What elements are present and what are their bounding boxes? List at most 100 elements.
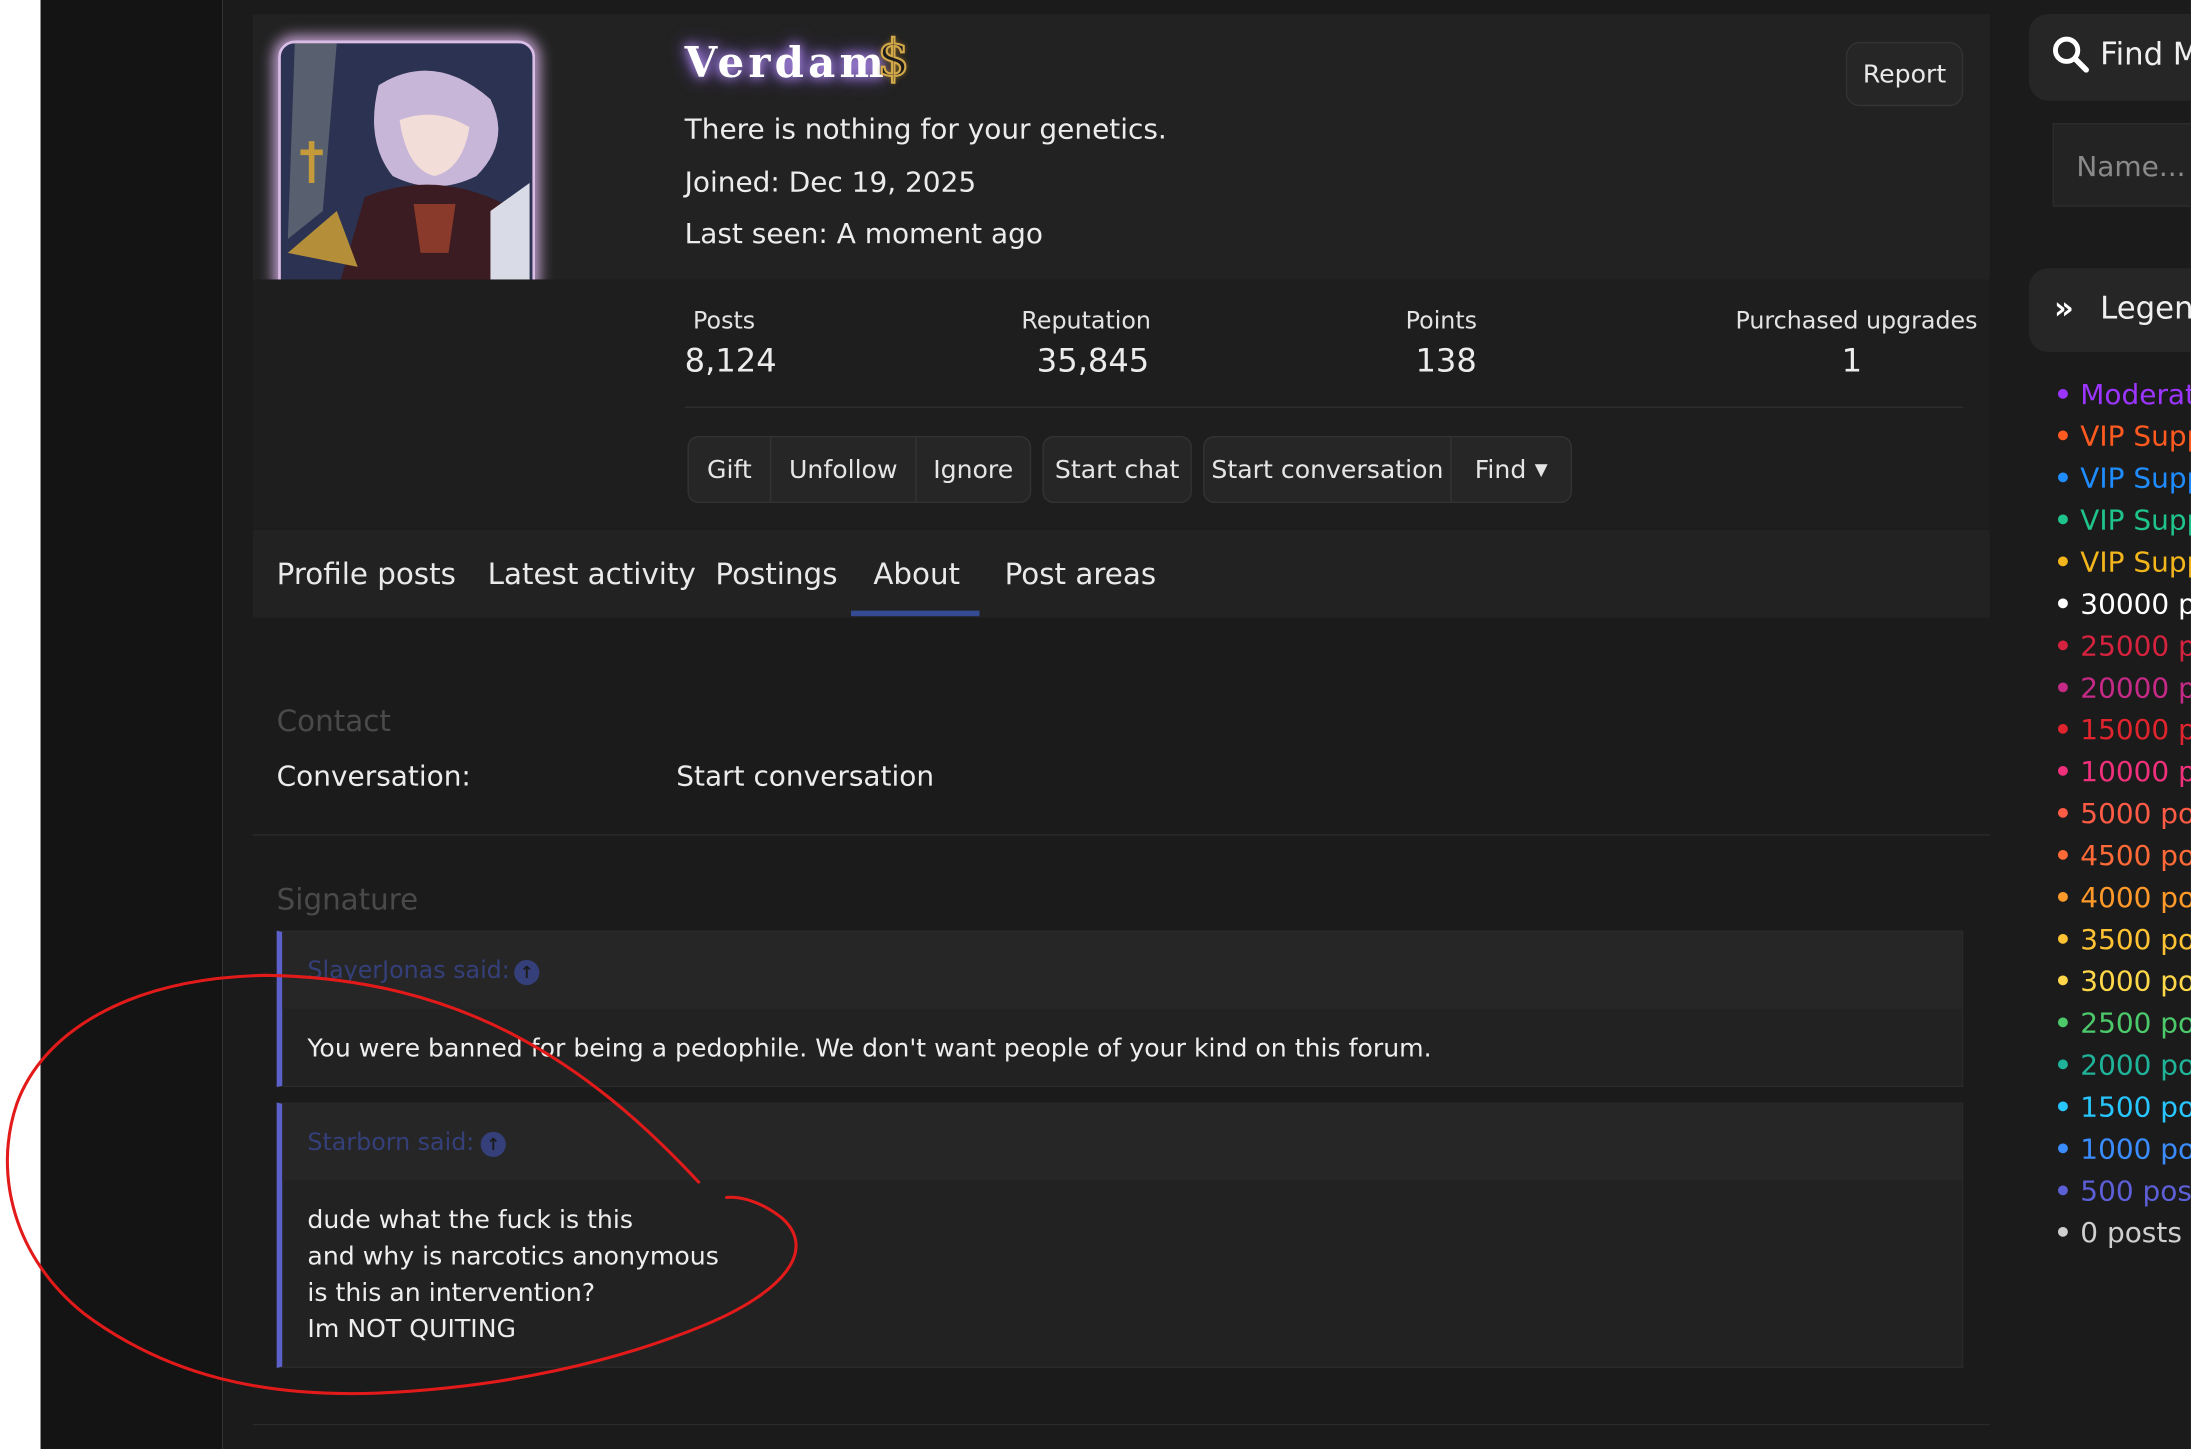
legend-label: 1500 pos [2080,1089,2191,1124]
unfollow-button[interactable]: Unfollow [769,437,915,502]
legend-label: 3500 pos [2080,922,2191,956]
start-conversation-link[interactable]: Start conversation [676,759,934,793]
legend-label: 2500 pos [2080,1006,2191,1040]
action-group-conversation: Start conversation Find ▼ [1203,435,1572,504]
bullet-icon: • [2054,838,2072,872]
last-seen: Last seen: A moment ago [684,216,1043,251]
legend-item: •VIP Supp [2054,503,2191,537]
forum-profile-page: Verdam $ There is nothing for your genet… [0,0,2191,1449]
action-group-social: Gift Unfollow Ignore [687,435,1032,504]
legend-label: 2000 pos [2080,1047,2191,1082]
bullet-icon: • [2054,1131,2072,1166]
legend-item: •5000 pos [2054,796,2191,830]
bullet-icon: • [2054,712,2072,747]
legend-item: •4000 pos [2054,880,2191,914]
signature-quote: SlayerJonas said: ↑ You were banned for … [276,930,1964,1088]
legend-item: •Moderato [2054,377,2191,411]
quote-text: You were banned for being a pedophile. W… [307,1034,1432,1064]
legend-label: 20000 po [2080,670,2191,705]
tab-post-areas[interactable]: Post areas [1005,530,1156,618]
bullet-icon: • [2054,1215,2072,1250]
legend-item: •4500 pos [2054,838,2191,872]
legend-label: 3000 pos [2080,964,2191,998]
tab-latest-activity[interactable]: Latest activity [488,530,696,618]
legend-item: •25000 po [2054,629,2191,663]
bullet-icon: • [2054,1173,2072,1208]
stat-reputation-value: 35,845 [1036,343,1150,381]
ignore-button[interactable]: Ignore [915,437,1030,502]
gift-button[interactable]: Gift [689,437,770,501]
stat-posts-value[interactable]: 8,124 [685,344,777,380]
caret-down-icon: ▼ [1534,459,1548,480]
bullet-icon: • [2054,922,2072,956]
signature-section-title: Signature [276,883,419,917]
bullet-icon: • [2054,670,2072,705]
profile-tabs: Profile posts Latest activity Postings A… [252,529,1990,618]
bullet-icon: • [2054,461,2072,495]
legend-item: • 500 post [2054,1174,2191,1208]
bullet-icon: • [2054,544,2072,579]
dollar-badge-icon: $ [876,30,910,89]
tab-profile-posts[interactable]: Profile posts [277,530,456,618]
find-member-title: Find M [2100,37,2191,73]
legend-item: •VIP Supp [2054,545,2191,579]
section-divider [252,834,1990,836]
user-title: There is nothing for your genetics. [684,111,1167,146]
member-name-input[interactable]: Name... [2052,122,2191,207]
bullet-icon: • [2054,964,2072,998]
legend-label: VIP Supp [2080,544,2191,579]
legend-label: VIP Supp [2080,461,2191,495]
start-chat-button[interactable]: Start chat [1044,437,1191,501]
jump-to-quote-icon[interactable]: ↑ [480,1131,506,1157]
bullet-icon: • [2054,419,2072,453]
tab-postings[interactable]: Postings [715,530,837,618]
contact-section-title: Contact [276,704,391,738]
legend-item: •30000 po [2054,587,2191,621]
legend-label: 4500 pos [2080,838,2191,872]
start-conversation-button[interactable]: Start conversation [1204,437,1450,501]
signature-quote: Starborn said: ↑ dude what the fuck is t… [276,1102,1964,1368]
active-tab-indicator [850,610,980,617]
legend-item: •1500 pos [2054,1090,2191,1124]
legend-label: 500 post [2080,1173,2191,1208]
legend-label: 10000 po [2080,754,2191,789]
report-button[interactable]: Report [1845,41,1964,107]
find-dropdown-button[interactable]: Find ▼ [1450,437,1570,502]
legend-label: 0 posts [2080,1215,2182,1250]
avatar[interactable] [278,40,536,297]
username: Verdam [684,39,889,89]
tab-about[interactable]: About [873,530,960,618]
bullet-icon: • [2054,628,2072,663]
action-group-chat: Start chat [1042,435,1192,504]
legend-label: 4000 pos [2080,880,2191,914]
double-chevron-right-icon: » [2054,292,2074,327]
bullet-icon: • [2054,1006,2072,1040]
stat-points-label: Points [1405,307,1478,336]
jump-to-quote-icon[interactable]: ↑ [514,959,540,986]
legend-item: •1000 pos [2054,1132,2191,1166]
legend-title: Legend [2100,292,2191,327]
legend-item: •VIP Supp [2054,419,2191,453]
find-label: Find [1474,454,1527,485]
legend-item: •2500 pos [2054,1006,2191,1040]
stat-upgrades-label: Purchased upgrades [1735,307,1978,336]
legend-item: •VIP Supp [2054,461,2191,495]
legend-label: 25000 po [2080,628,2191,663]
joined-date: Joined: Dec 19, 2025 [684,164,977,199]
search-icon [2051,35,2090,80]
bullet-icon: • [2054,377,2072,411]
stat-posts-label: Posts [693,307,756,336]
quote-author[interactable]: Starborn said: [307,1129,474,1157]
quote-line: and why is narcotics anonymous [307,1242,719,1272]
legend-label: 30000 po [2080,586,2191,621]
legend-label: 1000 pos [2080,1131,2191,1166]
bullet-icon: • [2054,1089,2072,1124]
stat-upgrades-value: 1 [1841,343,1863,381]
quote-line: is this an intervention? [307,1278,596,1308]
bullet-icon: • [2054,754,2072,789]
quote-author[interactable]: SlayerJonas said: [307,957,509,985]
left-gutter [40,0,223,1449]
avatar-illustration [280,43,533,294]
quote-header [282,1103,1962,1181]
legend-item: •15000 po [2054,713,2191,747]
